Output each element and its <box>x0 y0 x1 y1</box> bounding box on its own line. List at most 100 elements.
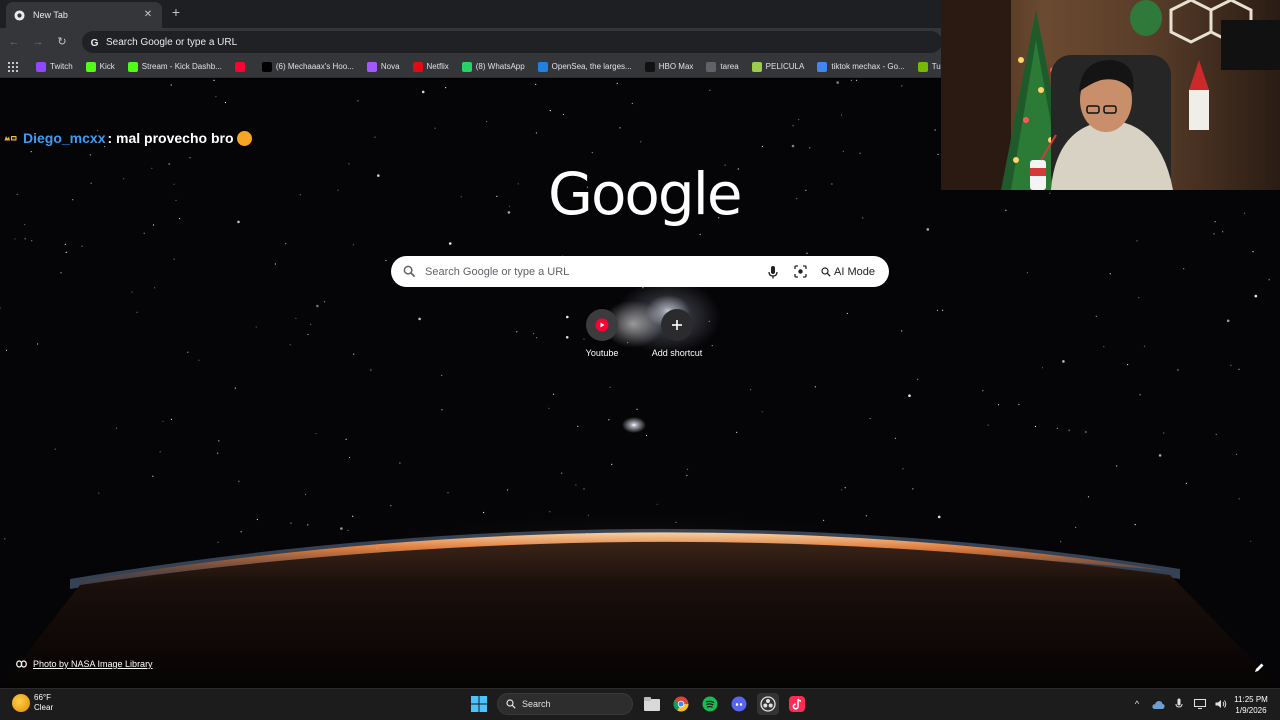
link-icon <box>16 660 27 668</box>
bookmark-item[interactable]: PELICULA <box>751 61 805 72</box>
bookmark-item[interactable]: Netflix <box>412 61 449 72</box>
weather-description: Clear <box>34 703 54 712</box>
stream-chat-message: Diego_mcxx : mal provecho bro <box>4 130 252 146</box>
taskbar-search[interactable]: Search <box>497 693 633 715</box>
clock-date: 1/9/2026 <box>1235 706 1267 715</box>
bookmark-label: Nova <box>380 62 400 71</box>
microphone-icon[interactable] <box>764 263 782 281</box>
pelicula-icon <box>751 61 762 72</box>
bookmark-item[interactable] <box>234 61 249 72</box>
windows-taskbar: 66°F Clear Search ^ 11:25 PM 1/9/2026 <box>0 688 1280 720</box>
smiling-emoji-icon <box>236 130 252 146</box>
bookmark-item[interactable]: (8) WhatsApp <box>461 61 525 72</box>
apps-grid-icon[interactable] <box>8 61 18 72</box>
webcam-overlay <box>941 0 1280 190</box>
ai-mode-label: AI Mode <box>834 265 875 278</box>
chevron-up-icon[interactable]: ^ <box>1130 697 1144 711</box>
shortcut-label: Add shortcut <box>651 348 703 358</box>
spotify-icon[interactable] <box>699 693 721 715</box>
chat-message-text: : mal provecho bro <box>107 130 234 146</box>
crown-badge-icon <box>4 136 17 141</box>
ntp-search-box[interactable]: AI Mode <box>391 256 889 287</box>
weather-icon <box>12 694 30 712</box>
windows-start-icon[interactable] <box>468 693 490 715</box>
opensea-icon <box>537 61 548 72</box>
new-tab-button[interactable]: + <box>168 4 184 20</box>
taskbar-search-label: Search <box>522 699 551 709</box>
back-icon[interactable]: ← <box>6 34 22 50</box>
bookmark-item[interactable]: OpenSea, the larges... <box>537 61 632 72</box>
close-icon[interactable]: ✕ <box>142 9 154 21</box>
kick-icon <box>85 61 96 72</box>
microphone-icon[interactable] <box>1172 697 1186 711</box>
google-lens-icon[interactable] <box>791 263 809 281</box>
shortcut-youtube[interactable]: Youtube <box>567 309 637 358</box>
bookmark-label: Kick <box>99 62 115 71</box>
bookmark-list: Twitch Kick Stream - Kick Dashb... (6) Mech… <box>36 61 987 72</box>
bookmark-label: HBO Max <box>658 62 694 71</box>
chrome-icon <box>14 9 25 21</box>
clock-time: 11:25 PM <box>1234 695 1268 704</box>
bookmark-label: tiktok mechax - Go... <box>831 62 905 71</box>
file-explorer-icon[interactable] <box>641 693 663 715</box>
pencil-icon[interactable] <box>1253 661 1265 673</box>
bookmark-item[interactable]: (6) Mechaaax's Hoo... <box>261 61 354 72</box>
nova-icon <box>366 61 377 72</box>
ai-mode-button[interactable]: AI Mode <box>819 263 877 281</box>
onedrive-icon[interactable] <box>1151 697 1165 711</box>
taskbar-clock[interactable]: 11:25 PM 1/9/2026 <box>1228 694 1274 716</box>
tab-title: New Tab <box>33 10 68 20</box>
discord-icon[interactable] <box>728 693 750 715</box>
weather-temperature: 66°F <box>34 693 51 702</box>
bookmark-item[interactable]: tarea <box>706 61 739 72</box>
bookmark-label: Stream - Kick Dashb... <box>141 62 222 71</box>
webcam-video-feed <box>941 0 1280 190</box>
obs-icon[interactable] <box>757 693 779 715</box>
reload-icon[interactable]: ↻ <box>54 34 70 50</box>
tiktok-icon[interactable] <box>786 693 808 715</box>
volume-icon[interactable] <box>1214 697 1228 711</box>
plus-icon <box>661 309 693 341</box>
bookmark-label: tarea <box>720 62 739 71</box>
network-icon[interactable] <box>1193 697 1207 711</box>
bookmark-label: (8) WhatsApp <box>475 62 525 71</box>
search-icon <box>506 699 516 709</box>
bookmark-item[interactable]: HBO Max <box>644 61 694 72</box>
shortcut-label: Youtube <box>585 348 619 358</box>
chat-username: Diego_mcxx <box>23 130 106 146</box>
hbomax-icon <box>644 61 655 72</box>
omnibox[interactable]: G Search Google or type a URL <box>82 31 942 53</box>
chrome-icon[interactable] <box>670 693 692 715</box>
ai-mode-search-icon <box>821 266 831 277</box>
ntp-search-input[interactable] <box>425 265 756 278</box>
google-g-icon: G <box>88 36 100 48</box>
forward-icon[interactable]: → <box>30 34 46 50</box>
x-icon <box>261 61 272 72</box>
photo-credit-link[interactable]: Photo by NASA Image Library <box>16 659 153 669</box>
globe-icon <box>706 61 717 72</box>
bookmark-label: (6) Mechaaax's Hoo... <box>275 62 354 71</box>
photo-credit-text: Photo by NASA Image Library <box>33 659 153 669</box>
omnibox-text: Search Google or type a URL <box>106 36 238 48</box>
kick-icon <box>127 61 138 72</box>
youtube-icon <box>234 61 245 72</box>
bookmark-item[interactable]: tiktok mechax - Go... <box>817 61 905 72</box>
netflix-icon <box>412 61 423 72</box>
bookmark-item[interactable]: Stream - Kick Dashb... <box>127 61 222 72</box>
tab-new-tab[interactable]: New Tab ✕ <box>6 2 162 28</box>
taskbar-apps: Search <box>468 693 815 715</box>
bookmark-item[interactable]: Twitch <box>36 61 73 72</box>
youtube-icon <box>586 309 618 341</box>
google-logo: Google <box>548 160 743 228</box>
svg-text:G: G <box>90 38 98 48</box>
bookmark-label: PELICULA <box>765 62 805 71</box>
google-drive-icon <box>817 61 828 72</box>
bookmark-item[interactable]: Nova <box>366 61 400 72</box>
bookmark-item[interactable]: Kick <box>85 61 115 72</box>
nvidia-icon <box>917 61 928 72</box>
system-tray: ^ <box>1130 697 1235 711</box>
bookmark-label: Netflix <box>426 62 449 71</box>
shortcut-add[interactable]: Add shortcut <box>642 309 712 358</box>
weather-widget[interactable]: 66°F Clear <box>12 693 53 713</box>
bookmark-label: Twitch <box>50 62 73 71</box>
